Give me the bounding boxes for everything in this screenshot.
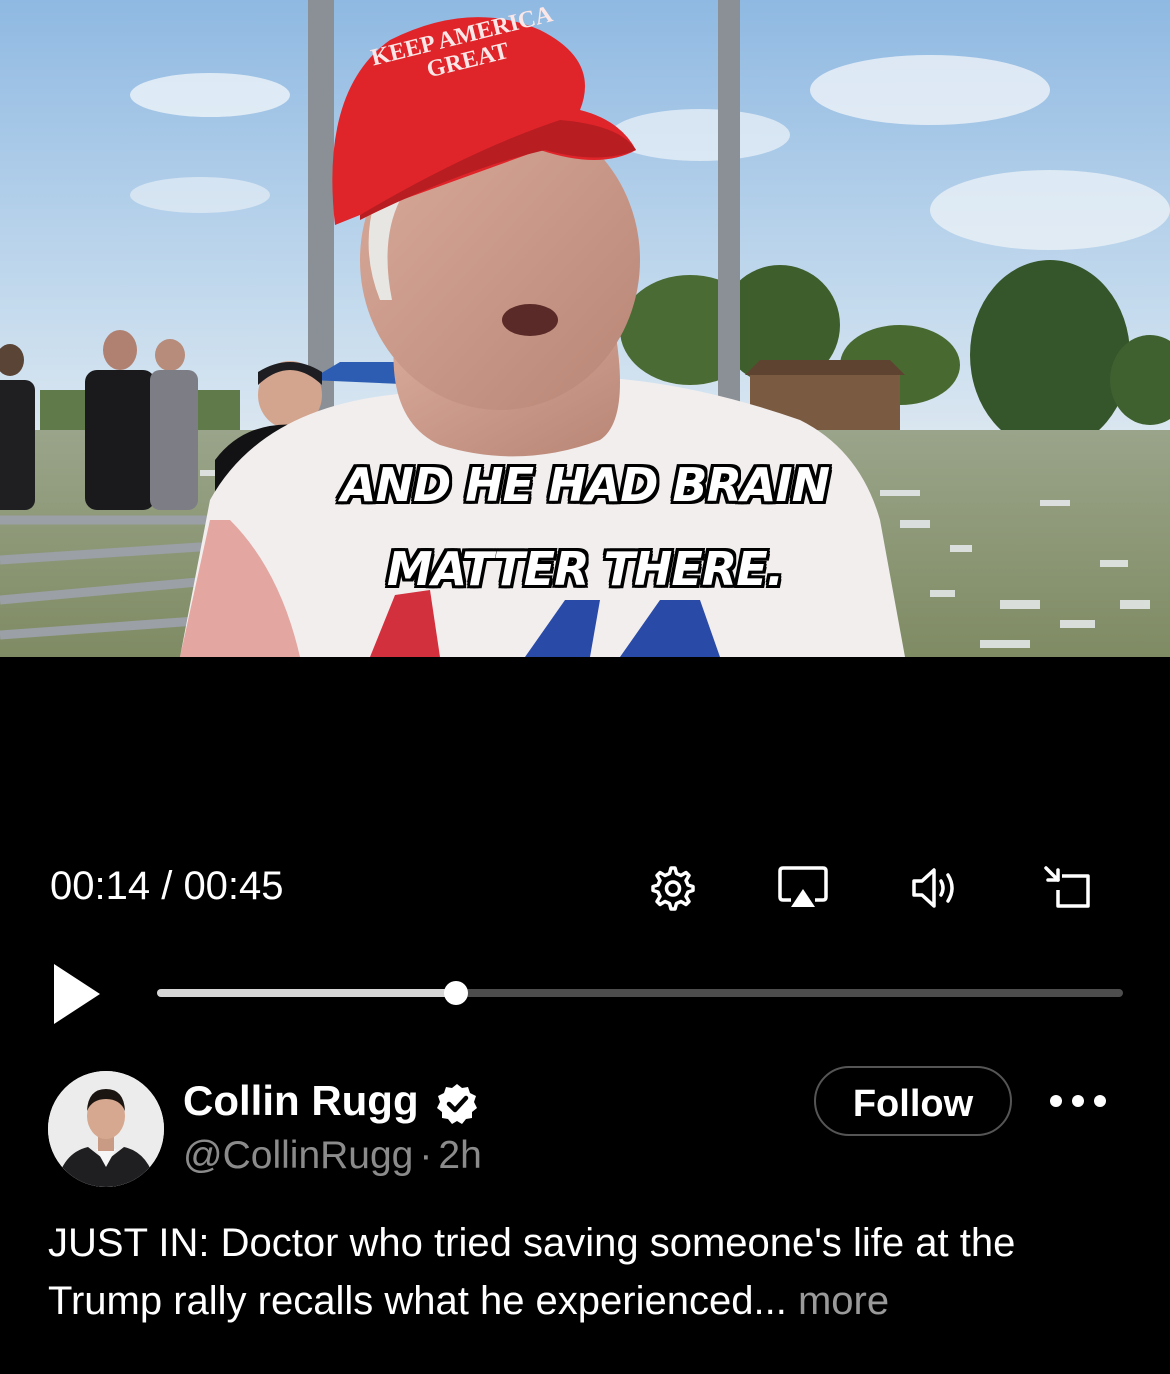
verified-badge-icon: [437, 1084, 477, 1124]
more-link[interactable]: more: [798, 1279, 889, 1323]
post-text: JUST IN: Doctor who tried saving someone…: [48, 1214, 1138, 1330]
progress-track[interactable]: [157, 989, 1123, 997]
volume-icon[interactable]: [908, 860, 964, 916]
video-caption-line2: MATTER THERE.: [386, 542, 784, 596]
follow-button[interactable]: Follow: [814, 1066, 1012, 1136]
progress-scrubber[interactable]: [444, 981, 469, 1005]
avatar-photo: [48, 1071, 164, 1187]
more-options-icon[interactable]: [1046, 1090, 1110, 1112]
airplay-icon[interactable]: [775, 860, 831, 916]
video-frame[interactable]: KEEP AMERICA GREAT AND HE HAD BRAIN MATT…: [0, 0, 1170, 657]
play-icon[interactable]: [50, 962, 106, 1026]
video-caption-line1: AND HE HAD BRAIN: [340, 458, 830, 512]
progress-fill: [157, 989, 457, 997]
author-handle[interactable]: @CollinRugg · 2h: [183, 1134, 482, 1178]
handle-text: @CollinRugg: [183, 1134, 414, 1177]
avatar[interactable]: [48, 1071, 164, 1187]
time-display: 00:14 / 00:45: [50, 864, 284, 908]
author-name[interactable]: Collin Rugg: [183, 1077, 419, 1125]
minimize-icon[interactable]: [1040, 860, 1096, 916]
post-age: 2h: [438, 1134, 482, 1177]
handle-separator: ·: [419, 1134, 433, 1177]
settings-icon[interactable]: [643, 860, 699, 916]
